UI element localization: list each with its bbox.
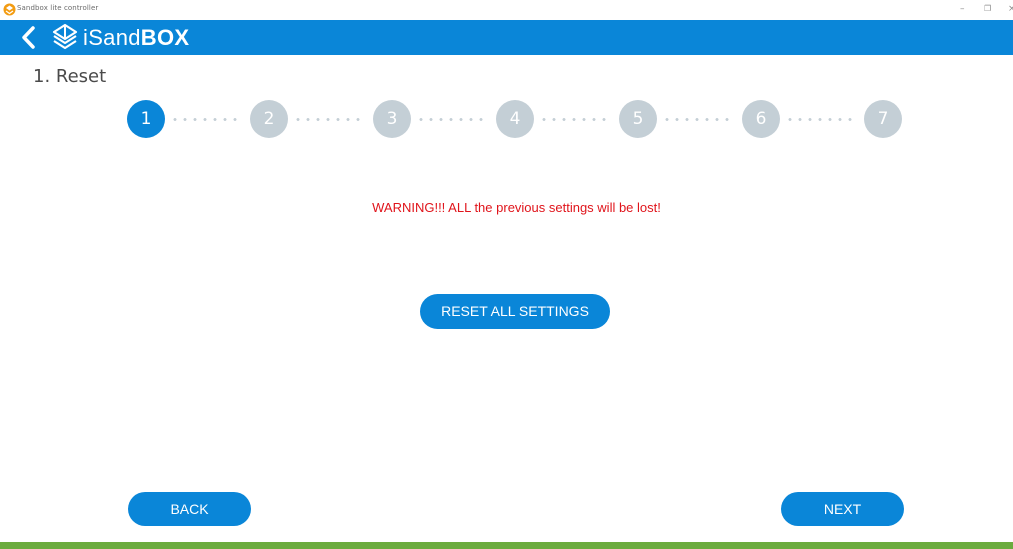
step-connector xyxy=(785,118,855,121)
reset-all-settings-button[interactable]: RESET ALL SETTINGS xyxy=(420,294,610,329)
step-6: 6 xyxy=(742,100,780,138)
step-5: 5 xyxy=(619,100,657,138)
step-7: 7 xyxy=(864,100,902,138)
maximize-button[interactable]: ❐ xyxy=(984,2,991,16)
back-button[interactable]: BACK xyxy=(128,492,251,526)
logo-text-light: iSand xyxy=(83,25,141,50)
step-4: 4 xyxy=(496,100,534,138)
step-1: 1 xyxy=(127,100,165,138)
step-3: 3 xyxy=(373,100,411,138)
step-2: 2 xyxy=(250,100,288,138)
step-connector xyxy=(539,118,609,121)
step-connector xyxy=(293,118,363,121)
warning-message: WARNING!!! ALL the previous settings wil… xyxy=(372,200,661,215)
window-titlebar: Sandbox lite controller – ❐ × xyxy=(0,0,1013,20)
logo-text: iSandBOX xyxy=(83,24,189,51)
logo-text-bold: BOX xyxy=(140,25,190,50)
isandbox-logo-icon xyxy=(52,23,78,50)
next-button[interactable]: NEXT xyxy=(781,492,904,526)
minimize-button[interactable]: – xyxy=(960,2,965,16)
step-connector xyxy=(416,118,486,121)
app-header: iSandBOX xyxy=(0,20,1013,55)
footer-bar xyxy=(0,542,1013,549)
window-title: Sandbox lite controller xyxy=(17,4,99,12)
chevron-left-icon[interactable] xyxy=(20,25,38,50)
step-connector xyxy=(662,118,732,121)
step-progress: 1 2 3 4 5 6 7 xyxy=(0,100,1013,140)
close-button[interactable]: × xyxy=(1008,2,1013,16)
app-icon xyxy=(3,3,16,16)
step-connector xyxy=(170,118,240,121)
page-title: 1. Reset xyxy=(33,66,107,87)
